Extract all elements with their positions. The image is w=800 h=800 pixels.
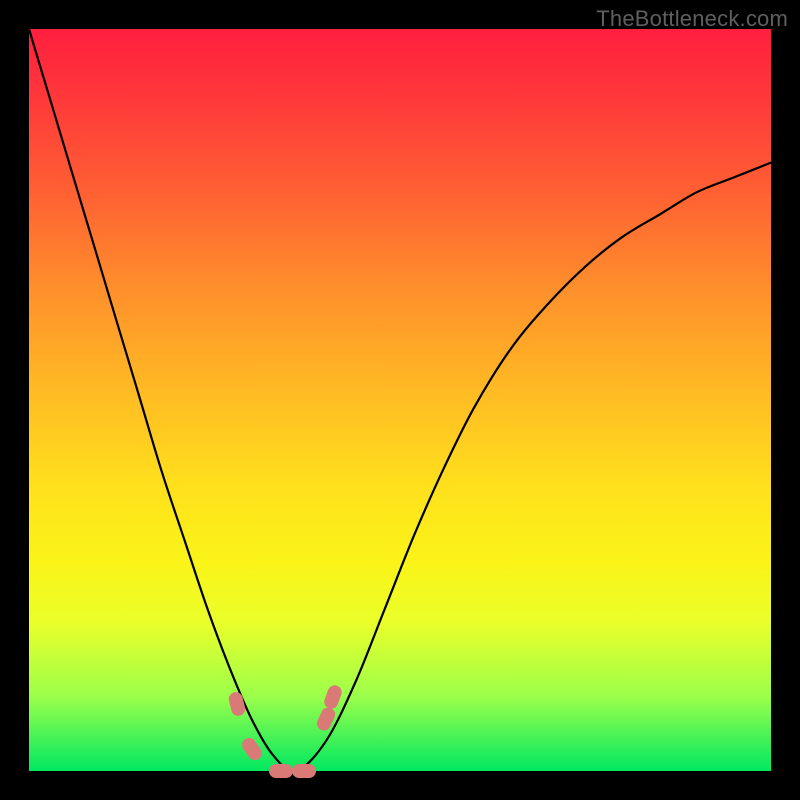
bottleneck-curve xyxy=(29,29,771,771)
chart-frame: TheBottleneck.com xyxy=(0,0,800,800)
data-marker xyxy=(227,691,246,718)
data-marker xyxy=(269,764,293,778)
data-marker xyxy=(292,764,316,778)
curve-svg xyxy=(29,29,771,771)
data-marker xyxy=(239,735,264,763)
data-marker xyxy=(323,683,344,710)
data-marker xyxy=(314,705,337,733)
plot-area xyxy=(29,29,771,771)
